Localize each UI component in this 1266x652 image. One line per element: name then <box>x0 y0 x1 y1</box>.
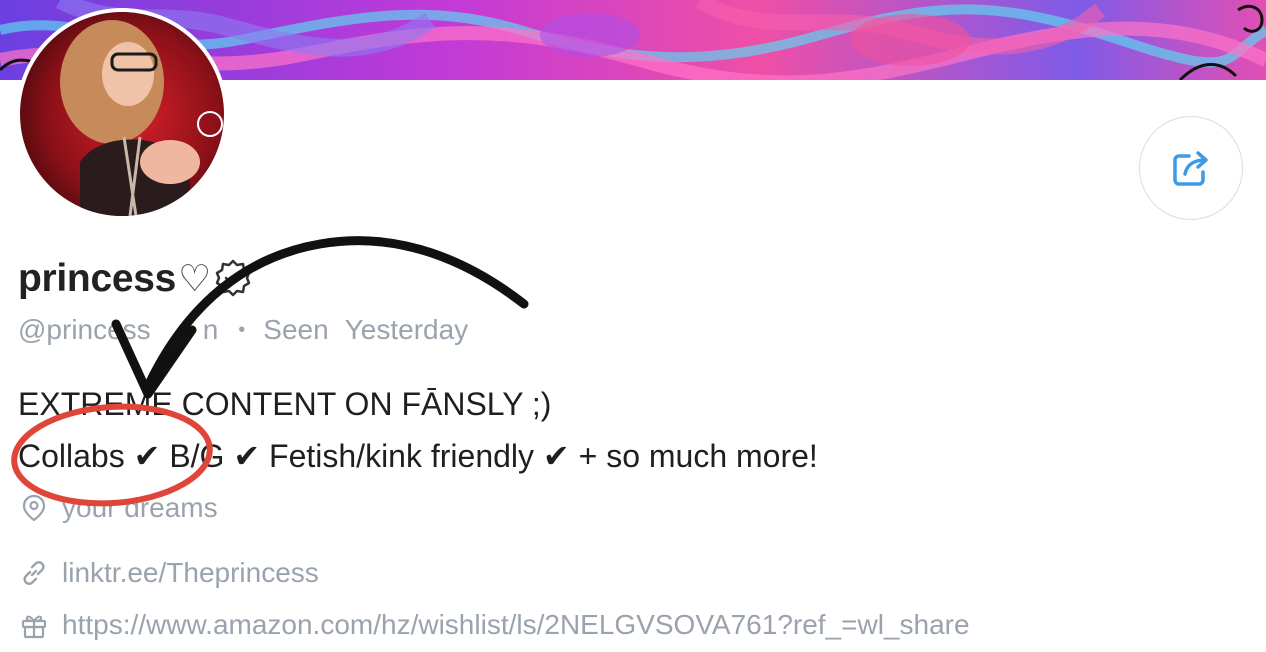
bio-line-2: Collabs ✔ B/G ✔ Fetish/kink friendly ✔ +… <box>18 438 818 474</box>
gift-icon <box>20 611 48 639</box>
username[interactable]: @princess <box>18 314 151 346</box>
separator-dot: • <box>238 318 246 341</box>
wishlist-row[interactable]: https://www.amazon.com/hz/wishlist/ls/2N… <box>20 609 970 641</box>
share-button[interactable] <box>1139 116 1243 220</box>
name-heart-symbol: ♡ <box>178 257 212 300</box>
username-tail[interactable]: n <box>203 314 219 346</box>
profile-meta-row: @princess n • Seen Yesterday <box>18 314 468 346</box>
avatar[interactable] <box>16 8 228 220</box>
seen-value: Yesterday <box>344 314 469 345</box>
location-pin-icon <box>20 494 48 522</box>
profile-name-row: princess ♡ <box>18 254 253 303</box>
verified-badge-icon <box>213 258 253 303</box>
profile-link[interactable]: linktr.ee/Theprincess <box>62 557 319 589</box>
link-icon <box>20 559 48 587</box>
location-text: your dreams <box>62 492 218 523</box>
wishlist-link[interactable]: https://www.amazon.com/hz/wishlist/ls/2N… <box>62 609 970 641</box>
location-row: your dreams <box>20 492 218 524</box>
bio-line-1: EXTREME CONTENT ON FĀNSLY ;) <box>18 386 552 422</box>
seen-label: Seen <box>263 314 329 345</box>
display-name: princess <box>18 256 177 300</box>
share-icon <box>1173 151 1208 186</box>
link-row[interactable]: linktr.ee/Theprincess <box>20 557 319 589</box>
